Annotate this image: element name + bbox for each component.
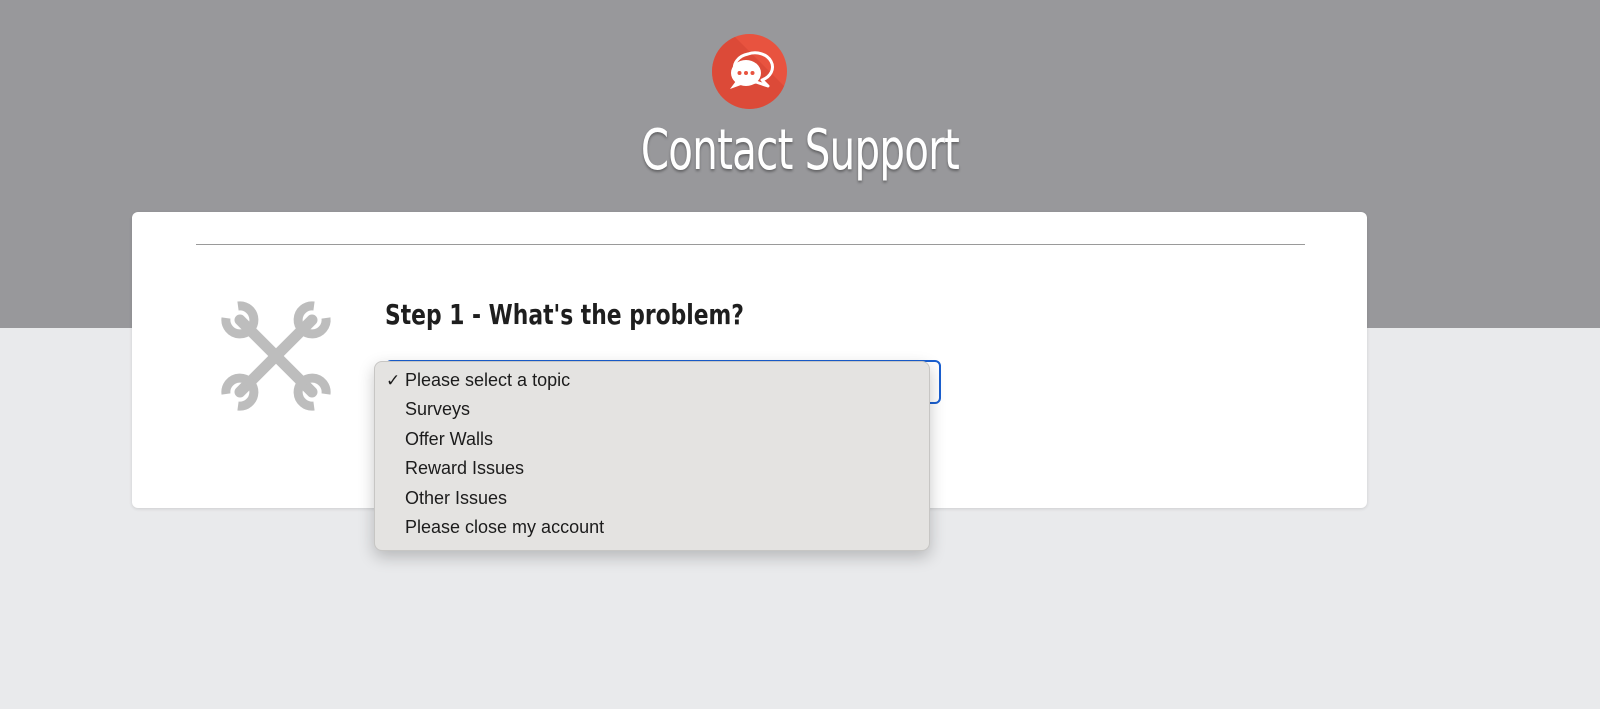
option-label: Reward Issues bbox=[405, 458, 525, 479]
step-heading: Step 1 - What's the problem? bbox=[385, 298, 744, 331]
option-please-select-a-topic[interactable]: ✓ Please select a topic bbox=[375, 366, 929, 395]
divider bbox=[196, 244, 1305, 245]
option-reward-issues[interactable]: Reward Issues bbox=[375, 454, 929, 483]
option-offer-walls[interactable]: Offer Walls bbox=[375, 425, 929, 454]
option-label: Offer Walls bbox=[405, 428, 494, 449]
option-surveys[interactable]: Surveys bbox=[375, 395, 929, 424]
option-label: Please close my account bbox=[405, 516, 605, 537]
option-label: Other Issues bbox=[405, 487, 508, 508]
option-please-close-my-account[interactable]: Please close my account bbox=[375, 513, 929, 542]
option-label: Please select a topic bbox=[405, 370, 571, 390]
topic-dropdown-menu[interactable]: ✓ Please select a topic Surveys Offer Wa… bbox=[374, 361, 930, 551]
checkmark-icon: ✓ bbox=[386, 371, 401, 390]
option-other-issues[interactable]: Other Issues bbox=[375, 484, 929, 513]
chat-bubbles-icon bbox=[712, 34, 787, 109]
option-label: Surveys bbox=[405, 399, 471, 420]
wrench-cross-icon bbox=[218, 298, 334, 419]
page-title: Contact Support bbox=[640, 118, 960, 183]
